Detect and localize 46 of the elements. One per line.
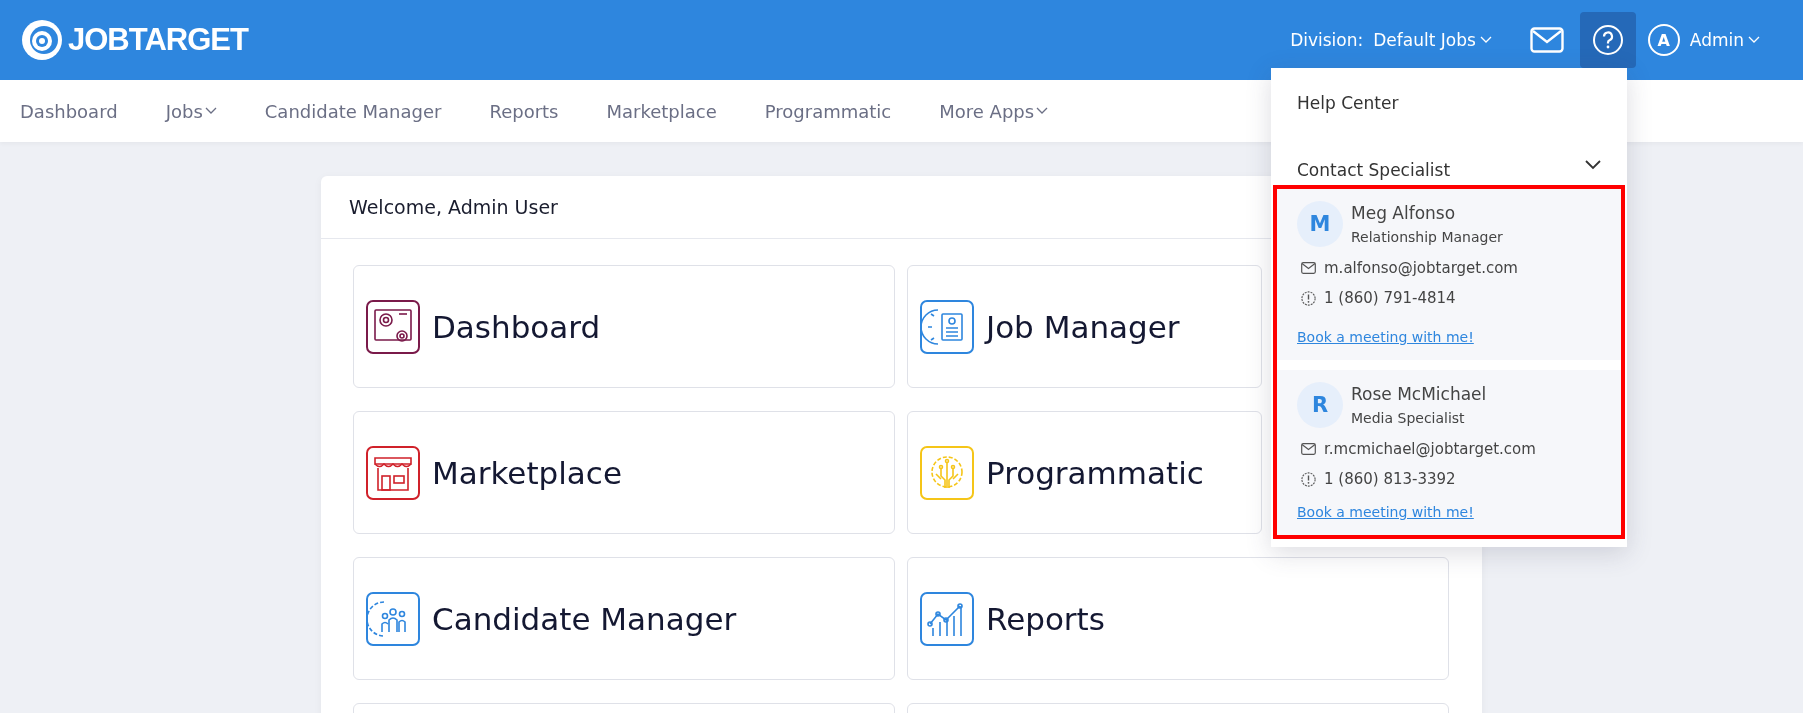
alert-circle-icon [1301,471,1316,487]
mail-icon [1301,262,1316,274]
specialist-role: Media Specialist [1351,410,1466,426]
caret-icon [1748,36,1760,44]
specialist-name: Rose McMichael [1351,384,1487,404]
specialist-avatar: M [1297,201,1343,247]
app-tile[interactable]: Programmatic [907,411,1262,534]
specialist-phone: 1 (860) 791-4814 [1324,289,1456,307]
app-tile[interactable]: Job Manager [907,265,1262,388]
alert-circle-icon [1301,290,1316,306]
help-icon [1591,24,1624,56]
caret-icon [1479,36,1492,44]
app-tile[interactable]: Candidate Manager [353,557,895,680]
chevron-icon [1585,160,1601,170]
nav-link[interactable]: Marketplace [606,100,717,122]
caret-icon [1036,107,1049,115]
user-avatar[interactable]: A [1647,24,1680,56]
app-tile[interactable]: Marketplace [353,411,895,534]
caret-icon [204,107,217,115]
specialist-email: r.mcmichael@jobtarget.com [1324,440,1536,458]
target-logo-icon [20,18,64,62]
help-button[interactable] [1579,12,1636,68]
nav-link[interactable]: Candidate Manager [264,100,442,122]
book-meeting-link[interactable]: Book a meeting with me! [1297,329,1474,345]
mail-icon [1301,443,1316,455]
specialist-avatar: R [1297,382,1343,428]
specialist-name: Meg Alfonso [1351,203,1457,223]
help-center-link[interactable]: Help Center [1271,68,1627,138]
user-menu[interactable]: Admin [1689,30,1760,50]
nav-link[interactable]: More Apps [939,100,1049,122]
division-label: Division: [1290,30,1364,50]
brand-name: JOBTARGET [68,22,248,58]
welcome-title: Welcome, Admin User [349,196,558,218]
book-meeting-link[interactable]: Book a meeting with me! [1297,504,1474,520]
specialist-phone: 1 (860) 813-3392 [1324,470,1456,488]
nav-link[interactable]: Dashboard [20,100,118,122]
nav-link[interactable]: Programmatic [764,100,892,122]
nav-link[interactable]: Reports [489,100,559,122]
specialist-role: Relationship Manager [1351,229,1503,245]
contact-specialist-toggle[interactable]: Contact Specialist [1271,138,1627,185]
app-tile[interactable]: Dashboard [353,265,895,388]
division-dropdown[interactable]: Default Jobs [1373,30,1492,50]
mail-icon[interactable] [1529,27,1564,53]
nav-link[interactable]: Jobs [165,100,217,122]
app-tile[interactable]: Reports [907,557,1449,680]
specialist-email: m.alfonso@jobtarget.com [1324,259,1518,277]
